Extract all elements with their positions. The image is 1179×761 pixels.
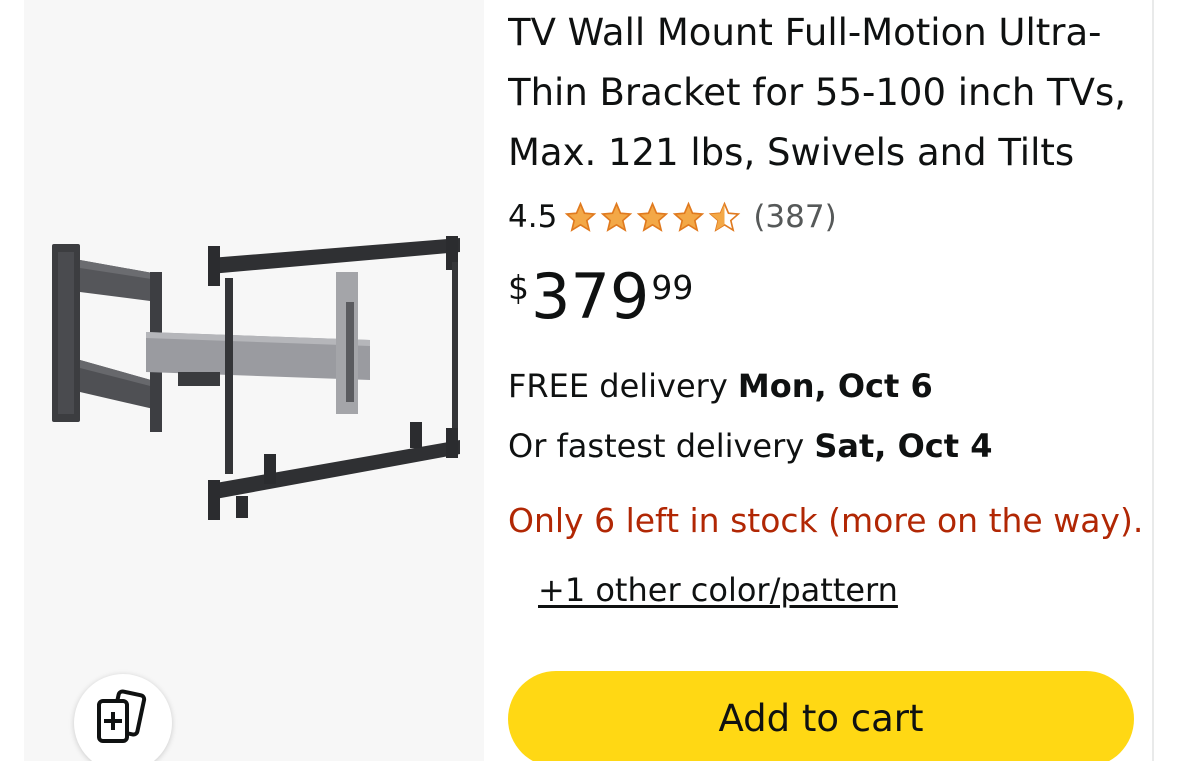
fastest-delivery-label: Or fastest delivery: [508, 427, 815, 465]
product-details: TV Wall Mount Full-Motion Ultra-Thin Bra…: [508, 0, 1143, 761]
product-image-panel[interactable]: [24, 0, 484, 761]
product-card: TV Wall Mount Full-Motion Ultra-Thin Bra…: [0, 0, 1179, 761]
star-half-icon: [709, 201, 741, 232]
fastest-delivery-line: Or fastest delivery Sat, Oct 4: [508, 424, 992, 468]
product-title[interactable]: TV Wall Mount Full-Motion Ultra-Thin Bra…: [508, 3, 1138, 183]
free-delivery-label: FREE delivery: [508, 367, 738, 405]
product-image[interactable]: [50, 232, 462, 532]
star-rating: [563, 201, 743, 234]
price: $ 379 99: [508, 262, 693, 332]
compare-button[interactable]: [74, 674, 172, 761]
star-icon: [601, 201, 633, 232]
stock-status: Only 6 left in stock (more on the way).: [508, 501, 1144, 540]
price-symbol: $: [508, 268, 529, 307]
fastest-delivery-date: Sat, Oct 4: [814, 427, 993, 465]
free-delivery-date: Mon, Oct 6: [737, 367, 933, 405]
star-icon: [565, 201, 597, 232]
add-to-cart-button[interactable]: Add to cart: [508, 671, 1134, 761]
rating-row[interactable]: 4.5 (387): [508, 196, 837, 238]
rating-value: 4.5: [508, 199, 558, 235]
compare-add-icon: [97, 689, 147, 743]
divider: [1152, 0, 1154, 761]
price-whole: 379: [531, 260, 650, 333]
free-delivery-line: FREE delivery Mon, Oct 6: [508, 364, 933, 408]
price-fraction: 99: [651, 268, 694, 307]
star-icon: [673, 201, 705, 232]
other-variants-link[interactable]: +1 other color/pattern: [538, 568, 898, 612]
review-count[interactable]: (387): [753, 199, 836, 235]
star-icon: [637, 201, 669, 232]
